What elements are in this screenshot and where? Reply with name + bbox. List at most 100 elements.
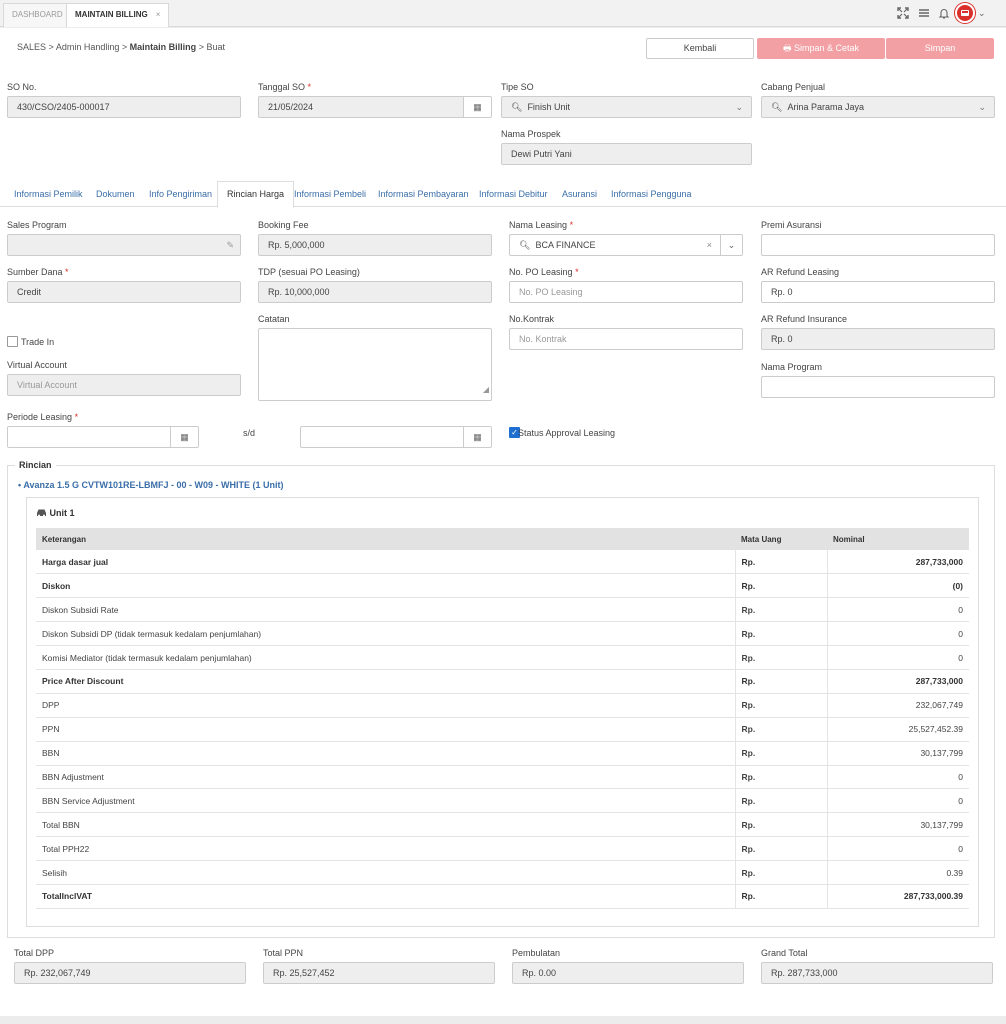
tab-dokumen[interactable]: Dokumen xyxy=(96,189,135,199)
sumber-dana-label: Sumber Dana * xyxy=(7,267,69,277)
calendar-icon[interactable]: ▦ xyxy=(463,97,491,117)
calendar-icon[interactable]: ▦ xyxy=(170,427,198,447)
table-row: BBN Service Adjustment Rp. 0 xyxy=(36,788,969,814)
unit-link[interactable]: • Avanza 1.5 G CVTW101RE-LBMFJ - 00 - W0… xyxy=(18,480,284,490)
grand-total-label: Grand Total xyxy=(761,948,808,958)
rincian-table: Keterangan Mata Uang Nominal Harga dasar… xyxy=(36,528,969,909)
table-row: BBN Adjustment Rp. 0 xyxy=(36,765,969,790)
row-value: 0 xyxy=(826,788,969,814)
print-icon: 🖶 xyxy=(782,43,794,53)
virtual-account-label: Virtual Account xyxy=(7,360,67,370)
chevron-down-icon[interactable]: ⌄ xyxy=(978,8,986,19)
tab-info-pengiriman[interactable]: Info Pengiriman xyxy=(149,189,212,199)
rincian-legend: Rincian xyxy=(15,460,56,470)
cabang-select[interactable]: 🔍︎ Arina Parama Jaya ⌄ xyxy=(761,96,995,118)
tab-informasi-pemilik[interactable]: Informasi Pemilik xyxy=(14,189,83,199)
no-po-input[interactable]: No. PO Leasing xyxy=(509,281,743,303)
avatar[interactable] xyxy=(955,3,975,23)
row-currency: Rp. xyxy=(734,765,827,790)
nama-leasing-select[interactable]: 🔍︎ BCA FINANCE × ⌄ xyxy=(509,234,743,256)
tab-dashboard[interactable]: DASHBOARD xyxy=(3,3,72,27)
premi-field[interactable] xyxy=(761,234,995,256)
tab-informasi-debitur[interactable]: Informasi Debitur xyxy=(479,189,548,199)
ar-refund-leasing-label: AR Refund Leasing xyxy=(761,267,840,277)
so-no-field: 430/CSO/2405-000017 xyxy=(7,96,241,118)
row-label: DPP xyxy=(36,693,735,718)
booking-fee-field: Rp. 5,000,000 xyxy=(258,234,492,256)
periode-end-input[interactable]: ▦ xyxy=(300,426,492,448)
nama-program-input[interactable] xyxy=(761,376,995,398)
close-icon[interactable]: × xyxy=(156,10,161,19)
save-print-button[interactable]: 🖶 Simpan & Cetak xyxy=(757,38,885,59)
sales-program-label: Sales Program xyxy=(7,220,67,230)
tab-rincian-harga[interactable]: Rincian Harga xyxy=(217,181,295,208)
table-row: Total PPH22 Rp. 0 xyxy=(36,836,969,862)
breadcrumb: SALES > Admin Handling > Maintain Billin… xyxy=(17,42,225,52)
row-value: 25,527,452.39 xyxy=(826,717,969,742)
prospek-label: Nama Prospek xyxy=(501,129,561,139)
tanggal-so-label: Tanggal SO * xyxy=(258,82,312,92)
row-value: 30,137,799 xyxy=(826,741,969,766)
row-label: Harga dasar jual xyxy=(36,550,735,575)
total-ppn-label: Total PPN xyxy=(263,948,304,958)
row-currency: Rp. xyxy=(734,669,827,694)
pencil-icon[interactable]: ✎ xyxy=(226,235,234,255)
tab-maintain-billing[interactable]: MAINTAIN BILLING × xyxy=(66,3,170,27)
cabang-label: Cabang Penjual xyxy=(761,82,826,92)
tanggal-so-field[interactable]: 21/05/2024 ▦ xyxy=(258,96,492,118)
trade-in-checkbox[interactable] xyxy=(7,336,18,347)
tipe-so-label: Tipe SO xyxy=(501,82,534,92)
ar-refund-leasing-input[interactable]: Rp. 0 xyxy=(761,281,995,303)
table-row: Price After Discount Rp. 287,733,000 xyxy=(36,669,969,694)
catatan-label: Catatan xyxy=(258,314,290,324)
total-dpp-label: Total DPP xyxy=(14,948,55,958)
row-value: 0 xyxy=(826,645,969,670)
tipe-so-select[interactable]: 🔍︎ Finish Unit ⌄ xyxy=(501,96,752,118)
catatan-textarea[interactable]: ◢ xyxy=(258,328,492,401)
car-icon xyxy=(36,508,50,518)
sales-program-field[interactable]: ✎ xyxy=(7,234,241,256)
back-button[interactable]: Kembali xyxy=(646,38,754,59)
row-label: Total PPH22 xyxy=(36,836,735,862)
chevron-down-icon: ⌄ xyxy=(978,102,986,112)
column-header: Nominal xyxy=(827,528,969,550)
row-currency: Rp. xyxy=(734,812,827,838)
tab-asuransi[interactable]: Asuransi xyxy=(562,189,597,199)
clear-icon[interactable]: × xyxy=(707,235,712,255)
tab-informasi-pengguna[interactable]: Informasi Pengguna xyxy=(611,189,692,199)
table-row: Selisih Rp. 0.39 xyxy=(36,860,969,885)
table-row: Komisi Mediator (tidak termasuk kedalam … xyxy=(36,645,969,670)
virtual-account-field: Virtual Account xyxy=(7,374,241,396)
table-row: Diskon Rp. (0) xyxy=(36,573,969,599)
periode-start-input[interactable]: ▦ xyxy=(7,426,199,448)
row-value: 232,067,749 xyxy=(826,693,969,718)
ar-refund-ins-label: AR Refund Insurance xyxy=(761,314,848,324)
unit-title: Unit 1 xyxy=(36,508,75,518)
save-button[interactable]: Simpan xyxy=(886,38,994,59)
calendar-icon[interactable]: ▦ xyxy=(463,427,491,447)
pembulatan-field: Rp. 0.00 xyxy=(512,962,744,984)
row-value: 0 xyxy=(826,836,969,862)
fullscreen-icon[interactable] xyxy=(897,7,909,22)
chevron-down-icon[interactable]: ⌄ xyxy=(720,235,742,255)
bell-icon[interactable] xyxy=(938,7,950,22)
row-label: Total BBN xyxy=(36,812,735,838)
menu-icon[interactable] xyxy=(918,7,930,22)
row-label: PPN xyxy=(36,717,735,742)
row-currency: Rp. xyxy=(734,597,827,623)
sumber-dana-field: Credit xyxy=(7,281,241,303)
no-kontrak-input[interactable]: No. Kontrak xyxy=(509,328,743,350)
row-currency: Rp. xyxy=(734,573,827,599)
tdp-field: Rp. 10,000,000 xyxy=(258,281,492,303)
table-body: Harga dasar jual Rp. 287,733,000 Diskon Rp.(… xyxy=(36,550,969,909)
tab-informasi-pembayaran[interactable]: Informasi Pembayaran xyxy=(378,189,469,199)
table-row: DPP Rp. 232,067,749 xyxy=(36,693,969,718)
tab-informasi-pembeli[interactable]: Informasi Pembeli xyxy=(294,189,366,199)
row-label: Diskon xyxy=(36,573,735,599)
table-row: TotalInclVAT Rp. 287,733,000.39 xyxy=(36,884,969,909)
row-label: Price After Discount xyxy=(36,669,735,694)
total-ppn-field: Rp. 25,527,452 xyxy=(263,962,495,984)
resize-handle-icon[interactable]: ◢ xyxy=(483,380,489,400)
row-value: (0) xyxy=(826,573,969,599)
table-row: Total BBN Rp. 30,137,799 xyxy=(36,812,969,838)
